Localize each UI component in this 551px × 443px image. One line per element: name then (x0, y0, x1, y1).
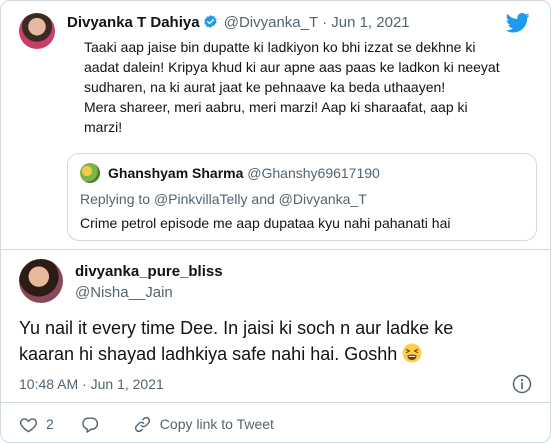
metadata-separator: · (82, 376, 87, 392)
quoted-tweet-text: Taaki aap jaise bin dupatte ki ladkiyon … (84, 37, 534, 137)
divider (1, 249, 550, 250)
copy-link-label: Copy link to Tweet (159, 416, 274, 432)
quoted-tweet-line: Mera shareer, meri aabru, meri marzi! Aa… (84, 99, 468, 115)
replying-to-label: Replying to (80, 191, 151, 207)
like-button[interactable]: 2 (19, 415, 54, 434)
divider (1, 402, 550, 403)
header-separator: · (322, 14, 328, 31)
quoted-author-handle[interactable]: @Divyanka_T (224, 14, 318, 31)
replying-to-line: Replying to @PinkvillaTelly and @Divyank… (80, 190, 367, 208)
tweet-actions-bar: 2 Copy link to Tweet (19, 413, 300, 435)
quoted-tweet-line: Taaki aap jaise bin dupatte ki ladkiyon … (84, 39, 476, 55)
verified-badge-icon (203, 14, 217, 29)
nested-quote-text: Crime petrol episode me aap dupataa kyu … (80, 215, 451, 231)
nested-author-name[interactable]: Ghanshyam Sharma (108, 165, 243, 181)
quoted-tweet-date[interactable]: Jun 1, 2021 (331, 14, 409, 31)
main-tweet-line: kaaran hi shayad ladhkiya safe nahi hai.… (19, 344, 398, 364)
main-author-handle[interactable]: @Nisha__Jain (75, 284, 173, 302)
replying-conjunction: and (251, 191, 275, 207)
main-author-name[interactable]: divyanka_pure_bliss (75, 263, 223, 281)
quoted-author-avatar[interactable] (19, 13, 55, 49)
like-count: 2 (46, 416, 54, 432)
nested-quote-box[interactable]: Ghanshyam Sharma @Ghanshy69617190 Replyi… (67, 153, 537, 241)
heart-icon (19, 417, 38, 432)
main-tweet-line: Yu nail it every time Dee. In jaisi ki s… (19, 318, 454, 338)
mention-link[interactable]: @PinkvillaTelly (154, 191, 248, 207)
mention-link[interactable]: @Divyanka_T (279, 191, 367, 207)
tweet-date[interactable]: Jun 1, 2021 (91, 376, 164, 392)
copy-link-button[interactable]: Copy link to Tweet (133, 415, 274, 434)
main-author-avatar[interactable] (19, 259, 63, 303)
nested-quote-header: Ghanshyam Sharma @Ghanshy69617190 (108, 164, 380, 182)
info-icon[interactable] (512, 374, 532, 394)
quoted-author-name[interactable]: Divyanka T Dahiya (67, 14, 200, 31)
nested-author-avatar[interactable] (80, 163, 100, 183)
tweet-metadata: 10:48 AM · Jun 1, 2021 (19, 375, 164, 393)
main-tweet-text: Yu nail it every time Dee. In jaisi ki s… (19, 315, 539, 367)
quoted-tweet-line: marzi! (84, 119, 123, 135)
quoted-tweet-line: sudharen, na ki aurat jaat ke pehnaave k… (84, 79, 446, 95)
reply-bubble-icon (81, 416, 98, 433)
quoted-tweet-header: Divyanka T Dahiya @Divyanka_T · Jun 1, 2… (67, 14, 410, 32)
nested-author-handle[interactable]: @Ghanshy69617190 (247, 165, 380, 181)
link-icon (134, 416, 150, 432)
tweet-embed-card: Divyanka T Dahiya @Divyanka_T · Jun 1, 2… (0, 0, 551, 443)
tweet-time[interactable]: 10:48 AM (19, 376, 78, 392)
reply-button[interactable] (80, 415, 107, 434)
quoted-tweet-line: aadat dalein! Kripya khud ki aur apne aa… (84, 59, 500, 75)
twitter-bird-icon[interactable] (506, 13, 530, 33)
tired-face-emoji (402, 343, 422, 363)
